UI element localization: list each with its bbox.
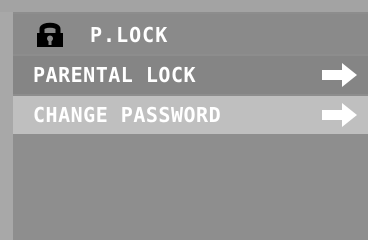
menu-item-label: CHANGE PASSWORD <box>33 103 222 127</box>
arrow-right-icon <box>322 103 357 127</box>
menu-item-change-password[interactable]: CHANGE PASSWORD <box>13 96 368 134</box>
lock-icon <box>37 22 63 47</box>
arrow-right-icon <box>322 63 357 87</box>
menu-item-parental-lock[interactable]: PARENTAL LOCK <box>13 56 368 94</box>
left-edge <box>0 12 13 240</box>
osd-menu-screen: P.LOCK PARENTAL LOCK CHANGE PASSWORD <box>0 0 368 240</box>
menu-empty-area <box>13 134 368 240</box>
menu-item-label: PARENTAL LOCK <box>33 63 197 87</box>
menu-header: P.LOCK <box>13 14 368 54</box>
top-frame <box>0 0 368 12</box>
page-title: P.LOCK <box>90 23 169 47</box>
